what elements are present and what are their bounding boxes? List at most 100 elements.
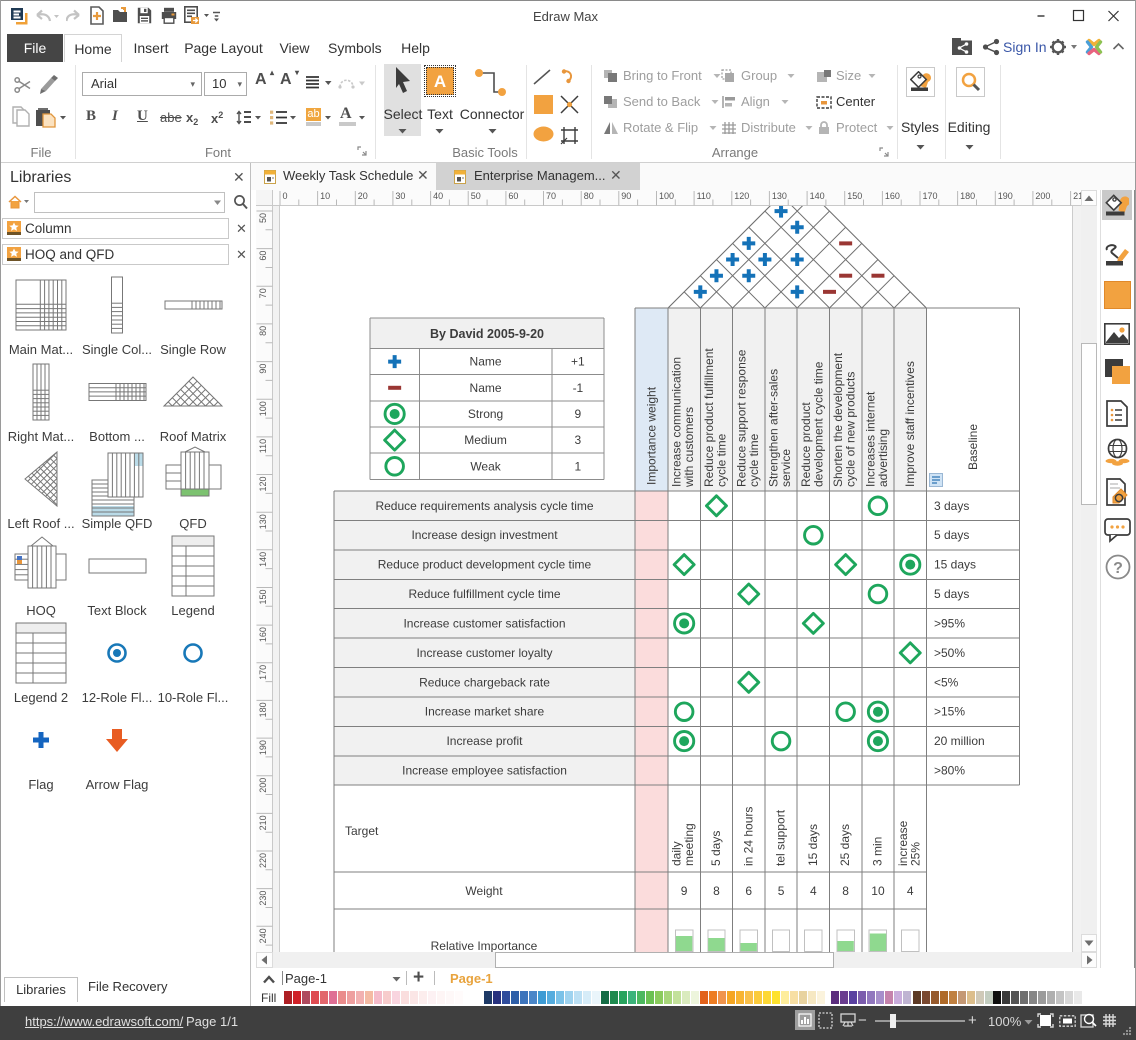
svg-text:service: service — [779, 449, 793, 487]
svg-text:5 days: 5 days — [934, 528, 969, 542]
svg-text:230: 230 — [258, 891, 268, 906]
svg-text:Reduce requirements analysis c: Reduce requirements analysis cycle time — [375, 499, 593, 513]
svg-text:140: 140 — [258, 552, 268, 567]
svg-text:190: 190 — [258, 740, 268, 755]
svg-text:170: 170 — [258, 665, 268, 680]
svg-text:80: 80 — [584, 191, 594, 201]
svg-text:25 days: 25 days — [838, 824, 852, 866]
svg-text:-1: -1 — [573, 381, 584, 395]
svg-text:5 days: 5 days — [709, 831, 723, 866]
svg-text:Increase customer loyalty: Increase customer loyalty — [416, 646, 552, 660]
svg-text:90: 90 — [621, 191, 631, 201]
svg-text:Weight: Weight — [465, 884, 503, 898]
svg-text:150: 150 — [258, 590, 268, 605]
svg-text:70: 70 — [258, 288, 268, 298]
svg-text:6: 6 — [745, 884, 752, 898]
svg-text:?: ? — [1113, 560, 1123, 577]
svg-text:50: 50 — [258, 213, 268, 223]
svg-text:Increase design investment: Increase design investment — [411, 528, 558, 542]
svg-text:60: 60 — [508, 191, 518, 201]
svg-text:3 min: 3 min — [870, 837, 884, 866]
svg-text:tel support: tel support — [774, 809, 788, 866]
svg-text:9: 9 — [575, 407, 582, 421]
svg-text:20: 20 — [358, 191, 368, 201]
svg-text:8: 8 — [713, 884, 720, 898]
svg-text:240: 240 — [258, 928, 268, 943]
svg-text:Strong: Strong — [468, 407, 503, 421]
svg-text:70: 70 — [546, 191, 556, 201]
svg-text:development cycle time: development cycle time — [811, 361, 825, 487]
svg-text:9: 9 — [681, 884, 688, 898]
svg-text:100: 100 — [258, 401, 268, 416]
svg-text:15 days: 15 days — [934, 558, 976, 572]
svg-text:>95%: >95% — [934, 616, 965, 630]
svg-text:160: 160 — [885, 191, 900, 201]
svg-text:200: 200 — [1035, 191, 1050, 201]
svg-text:20 million: 20 million — [934, 734, 985, 748]
svg-text:120: 120 — [258, 477, 268, 492]
svg-text:Increase profit: Increase profit — [446, 734, 523, 748]
svg-text:3 days: 3 days — [934, 499, 969, 513]
svg-text:50: 50 — [471, 191, 481, 201]
svg-text:3: 3 — [575, 433, 582, 447]
svg-text:Name: Name — [470, 381, 502, 395]
svg-text:Increase customer satisfaction: Increase customer satisfaction — [403, 616, 565, 630]
svg-text:140: 140 — [810, 191, 825, 201]
svg-text:Baseline: Baseline — [966, 424, 980, 470]
svg-text:cycle time: cycle time — [747, 433, 761, 487]
svg-text:0: 0 — [283, 191, 288, 201]
svg-text:Target: Target — [345, 824, 379, 838]
svg-text:in 24 hours: in 24 hours — [741, 807, 755, 866]
svg-text:cycle of new products: cycle of new products — [844, 372, 858, 487]
svg-text:220: 220 — [258, 853, 268, 868]
svg-text:>50%: >50% — [934, 646, 965, 660]
svg-text:1: 1 — [575, 459, 582, 473]
svg-text:130: 130 — [258, 514, 268, 529]
svg-text:10: 10 — [871, 884, 885, 898]
svg-text:110: 110 — [258, 439, 268, 453]
svg-text:4: 4 — [810, 884, 817, 898]
svg-text:30: 30 — [395, 191, 405, 201]
svg-text:cycle time: cycle time — [714, 433, 728, 487]
svg-text:Improve staff incentives: Improve staff incentives — [903, 361, 917, 487]
svg-text:By David 2005-9-20: By David 2005-9-20 — [430, 327, 544, 341]
svg-text:with customers: with customers — [682, 407, 696, 488]
svg-text:110: 110 — [697, 191, 711, 201]
svg-text:4: 4 — [907, 884, 914, 898]
svg-text:180: 180 — [960, 191, 975, 201]
svg-text:Increase market share: Increase market share — [425, 705, 545, 719]
svg-text:Reduce product development cyc: Reduce product development cycle time — [378, 558, 592, 572]
svg-text:Reduce chargeback rate: Reduce chargeback rate — [419, 675, 550, 689]
svg-text:5 days: 5 days — [934, 587, 969, 601]
svg-text:8: 8 — [842, 884, 849, 898]
svg-text:>80%: >80% — [934, 764, 965, 778]
svg-text:10: 10 — [320, 191, 330, 201]
svg-text:190: 190 — [998, 191, 1013, 201]
svg-text:<5%: <5% — [934, 675, 959, 689]
svg-text:130: 130 — [772, 191, 787, 201]
svg-text:15 days: 15 days — [806, 824, 820, 866]
svg-text:90: 90 — [258, 364, 268, 374]
svg-text:180: 180 — [258, 702, 268, 717]
svg-text:>15%: >15% — [934, 705, 965, 719]
svg-text:Importance weight: Importance weight — [645, 386, 659, 485]
svg-text:200: 200 — [258, 778, 268, 793]
svg-text:Reduce fulfillment cycle time: Reduce fulfillment cycle time — [408, 587, 560, 601]
svg-text:Increase employee satisfaction: Increase employee satisfaction — [402, 764, 567, 778]
svg-text:Relative Importance: Relative Importance — [431, 939, 538, 952]
svg-text:5: 5 — [778, 884, 785, 898]
svg-text:210: 210 — [1073, 191, 1081, 201]
svg-text:Weak: Weak — [470, 459, 501, 473]
svg-text:100: 100 — [659, 191, 674, 201]
svg-text:120: 120 — [734, 191, 749, 201]
svg-text:40: 40 — [433, 191, 443, 201]
svg-text:Name: Name — [470, 355, 502, 369]
svg-text:160: 160 — [258, 627, 268, 642]
svg-text:150: 150 — [847, 191, 862, 201]
svg-text:+1: +1 — [571, 355, 585, 369]
svg-text:25%: 25% — [908, 842, 922, 866]
svg-text:170: 170 — [923, 191, 938, 201]
svg-text:60: 60 — [258, 251, 268, 261]
svg-text:Medium: Medium — [464, 433, 507, 447]
svg-text:210: 210 — [258, 815, 268, 830]
